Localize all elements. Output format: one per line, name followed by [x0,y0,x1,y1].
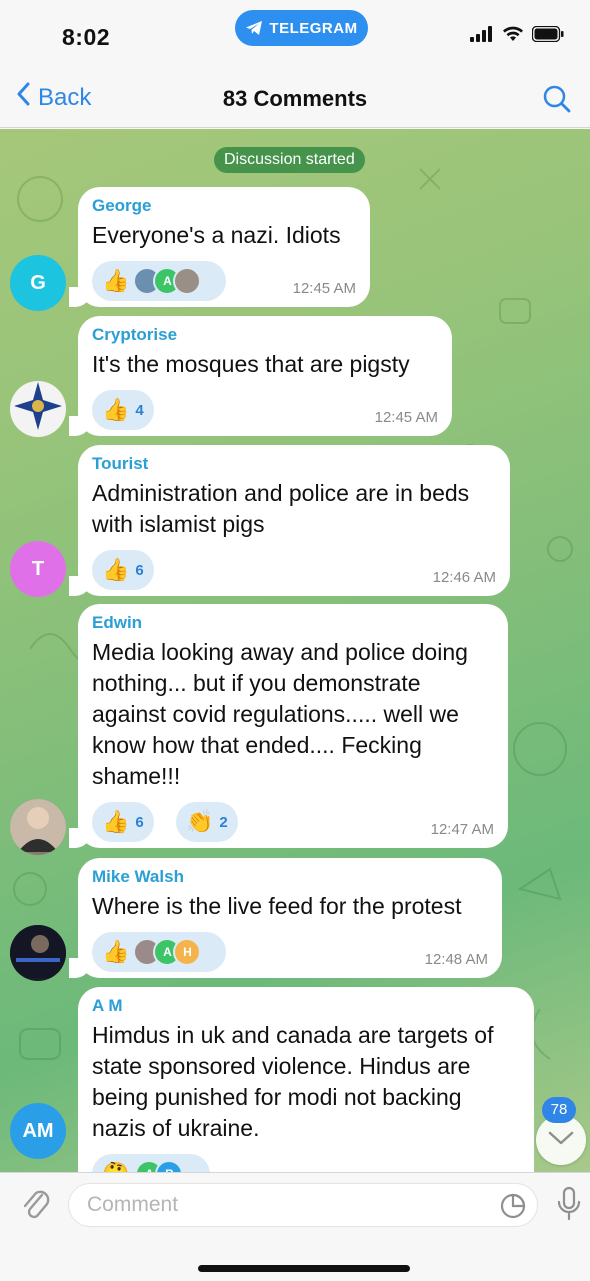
attach-button[interactable] [20,1185,52,1230]
cellular-signal-icon [470,26,494,47]
comment-text: Media looking away and police doing noth… [92,639,468,789]
comment-text: Where is the live feed for the protest [92,893,462,919]
page-title: 83 Comments [222,86,368,111]
search-icon [542,85,572,118]
comment-text: Himdus in uk and canada are targets of s… [92,1022,494,1141]
comment-time: 12:46 AM [432,569,496,586]
wifi-icon [502,26,524,47]
status-icons [470,25,564,47]
search-button[interactable] [542,84,572,119]
voice-message-button[interactable] [556,1185,582,1230]
clapping-hands-icon: 👏 [186,809,214,834]
thumbs-up-icon: 👍 [102,268,130,293]
avatar-initial: G [30,271,46,294]
reactor-avatar: H [173,938,202,966]
paperclip-icon [20,1190,52,1229]
navigation-bar: Back 83 Comments [0,70,590,128]
comment-meta: 👍 6 👏 2 12:47 AM [92,798,494,848]
comment-author[interactable]: George [92,195,356,217]
comment-bubble[interactable]: A M Himdus in uk and canada are targets … [78,987,534,1172]
thumbs-up-icon: 👍 [102,939,130,964]
sticker-icon [500,1193,526,1223]
comment-author[interactable]: Tourist [92,453,496,475]
thumbs-up-icon: 👍 [102,397,130,422]
reaction-chip[interactable]: 👍 6 [92,802,154,842]
comment-text: It's the mosques that are pigsty [92,351,410,377]
avatar[interactable]: G [10,255,66,311]
comment-meta: 👍 A 12:45 AM [92,257,356,307]
discussion-started-pill: Discussion started [214,147,365,173]
comment-time: 12:45 AM [292,280,356,297]
avatar-initial: AM [22,1119,54,1142]
telegram-pill[interactable]: TELEGRAM [235,10,368,46]
reaction-count: 2 [219,813,228,831]
comment-meta: 👍 4 12:45 AM [92,386,438,436]
telegram-pill-label: TELEGRAM [269,19,358,37]
chevron-down-icon [548,1130,574,1151]
comment-bubble[interactable]: Edwin Media looking away and police doin… [69,604,508,848]
reaction-chip[interactable]: 👍 4 [92,390,154,430]
status-time: 8:02 [62,24,111,50]
comment-bubble[interactable]: Tourist Administration and police are in… [69,445,510,596]
sticker-button[interactable] [500,1193,526,1224]
reaction-chip[interactable]: 👍 A H [92,932,226,972]
unread-count-badge: 78 [542,1097,576,1123]
status-bar: 8:02 TELEGRAM [0,0,590,80]
avatar[interactable] [10,925,66,981]
person-photo-icon [10,799,66,855]
reaction-chip[interactable]: 👍 6 [92,550,154,590]
reaction-count: 6 [135,561,144,579]
avatar-initial: T [31,557,45,580]
comment-text: Administration and police are in beds wi… [92,480,470,537]
comment-bubble[interactable]: George Everyone's a nazi. Idiots 👍 A 12:… [69,187,370,307]
reactor-avatar: B [155,1160,184,1172]
avatar[interactable]: T [10,541,66,597]
comment-bubble[interactable]: Mike Walsh Where is the live feed for th… [69,858,502,978]
thumbs-up-icon: 👍 [102,809,130,834]
comment-time: 12:48 AM [424,951,488,968]
reaction-count: 6 [135,813,144,831]
comment-author[interactable]: Mike Walsh [92,866,488,888]
battery-icon [531,25,564,47]
reaction-chip[interactable]: 👏 2 [176,802,238,842]
reaction-count: 4 [135,401,144,419]
home-indicator[interactable] [198,1265,410,1272]
comment-meta: 🤔 A B [92,1150,520,1172]
comment-meta: 👍 6 12:46 AM [92,546,496,596]
comment-author[interactable]: A M [92,995,520,1017]
thumbs-up-icon: 👍 [102,557,130,582]
person-photo-icon [10,925,66,981]
reactor-avatar [173,267,202,295]
microphone-icon [556,1186,582,1229]
comments-list[interactable]: Discussion started G George Everyone's a… [0,129,590,1172]
comment-time: 12:47 AM [430,821,494,838]
avatar[interactable] [10,799,66,855]
comment-author[interactable]: Cryptorise [92,324,438,346]
reaction-chip[interactable]: 👍 A [92,261,226,301]
paper-plane-icon [245,20,263,36]
avatar[interactable]: AM [10,1103,66,1159]
comment-author[interactable]: Edwin [92,612,494,634]
comment-meta: 👍 A H 12:48 AM [92,928,488,978]
cross-emblem-icon [10,381,66,437]
avatar[interactable] [10,381,66,437]
reaction-chip[interactable]: 🤔 A B [92,1154,210,1172]
comment-time: 12:45 AM [374,409,438,426]
comment-bubble[interactable]: Cryptorise It's the mosques that are pig… [69,316,452,436]
comment-text: Everyone's a nazi. Idiots [92,222,341,248]
thinking-face-icon: 🤔 [102,1163,129,1173]
comment-input[interactable]: Comment [68,1183,538,1227]
